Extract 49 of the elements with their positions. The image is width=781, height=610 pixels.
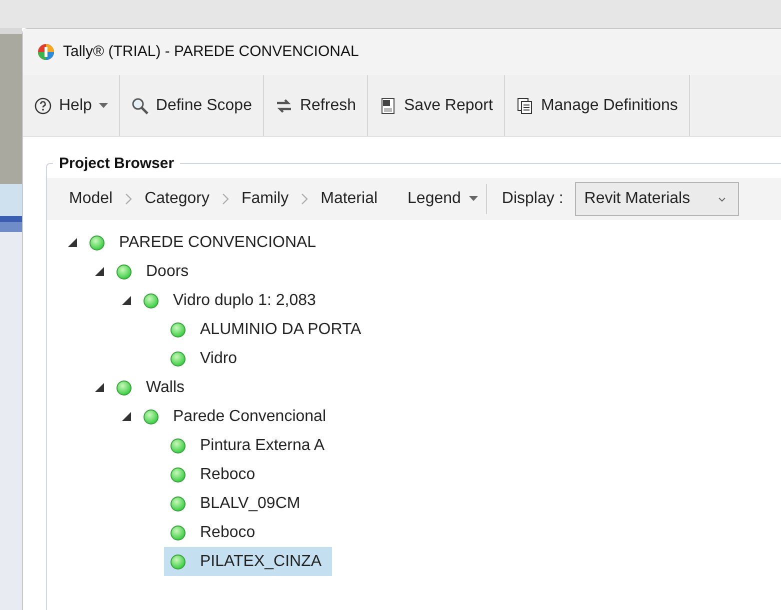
chevron-right-icon [124,193,133,205]
refresh-icon [274,96,293,114]
tree-item[interactable]: Doors [110,257,199,286]
expanded-triangle-icon[interactable] [68,238,76,247]
window-title: Tally® (TRIAL) - PAREDE CONVENCIONAL [63,42,359,62]
breadcrumb-link[interactable]: Model [69,187,113,211]
copy-icon [516,96,534,114]
status-dot-icon [170,350,186,366]
help-icon [34,96,52,114]
breadcrumb-link[interactable]: Category [144,187,210,211]
tree-item[interactable]: Vidro [164,344,248,373]
tree-item[interactable]: Reboco [164,460,266,489]
status-dot-icon [170,496,186,512]
status-dot-icon [143,292,159,308]
status-dot-icon [116,380,132,396]
status-dot-icon [170,554,186,570]
search-icon [130,96,149,114]
expanded-triangle-icon[interactable] [94,383,104,392]
tree-item[interactable]: Pintura Externa A [164,431,335,460]
app-logo-icon [37,43,55,61]
tree-item[interactable]: Reboco [164,518,266,547]
tree-item[interactable]: ALUMINIO DA PORTA [164,315,372,344]
status-dot-icon [170,524,186,540]
breadcrumb-link[interactable]: Family [242,187,289,211]
status-dot-icon [116,264,132,280]
document-icon [379,96,397,114]
legend-dropdown[interactable]: Legend [408,184,487,214]
expanded-triangle-icon[interactable] [122,412,130,421]
expanded-triangle-icon[interactable] [94,267,104,276]
chevron-right-icon [222,193,230,205]
tree-item[interactable]: Walls [110,373,195,402]
chevron-down-icon [718,196,726,202]
tree-item[interactable]: PILATEX_CINZA [164,547,332,576]
status-dot-icon [170,438,186,454]
display-select[interactable]: Revit Materials [575,182,740,216]
tree-item[interactable]: Vidro duplo 1: 2,083 [137,286,326,315]
display-label: Display : [502,189,564,209]
chevron-right-icon [300,193,309,205]
status-dot-icon [170,466,186,482]
tree-item[interactable]: PAREDE CONVENCIONAL [83,228,326,257]
status-dot-icon [143,408,159,424]
tree-item[interactable]: Parede Convencional [137,402,336,431]
caret-icon [468,196,478,202]
status-dot-icon [89,234,105,250]
expanded-triangle-icon[interactable] [122,296,130,305]
breadcrumb-link[interactable]: Material [320,187,378,211]
caret-icon [98,102,108,108]
tree-item[interactable]: BLALV_09CM [164,489,310,518]
status-dot-icon [170,322,186,338]
